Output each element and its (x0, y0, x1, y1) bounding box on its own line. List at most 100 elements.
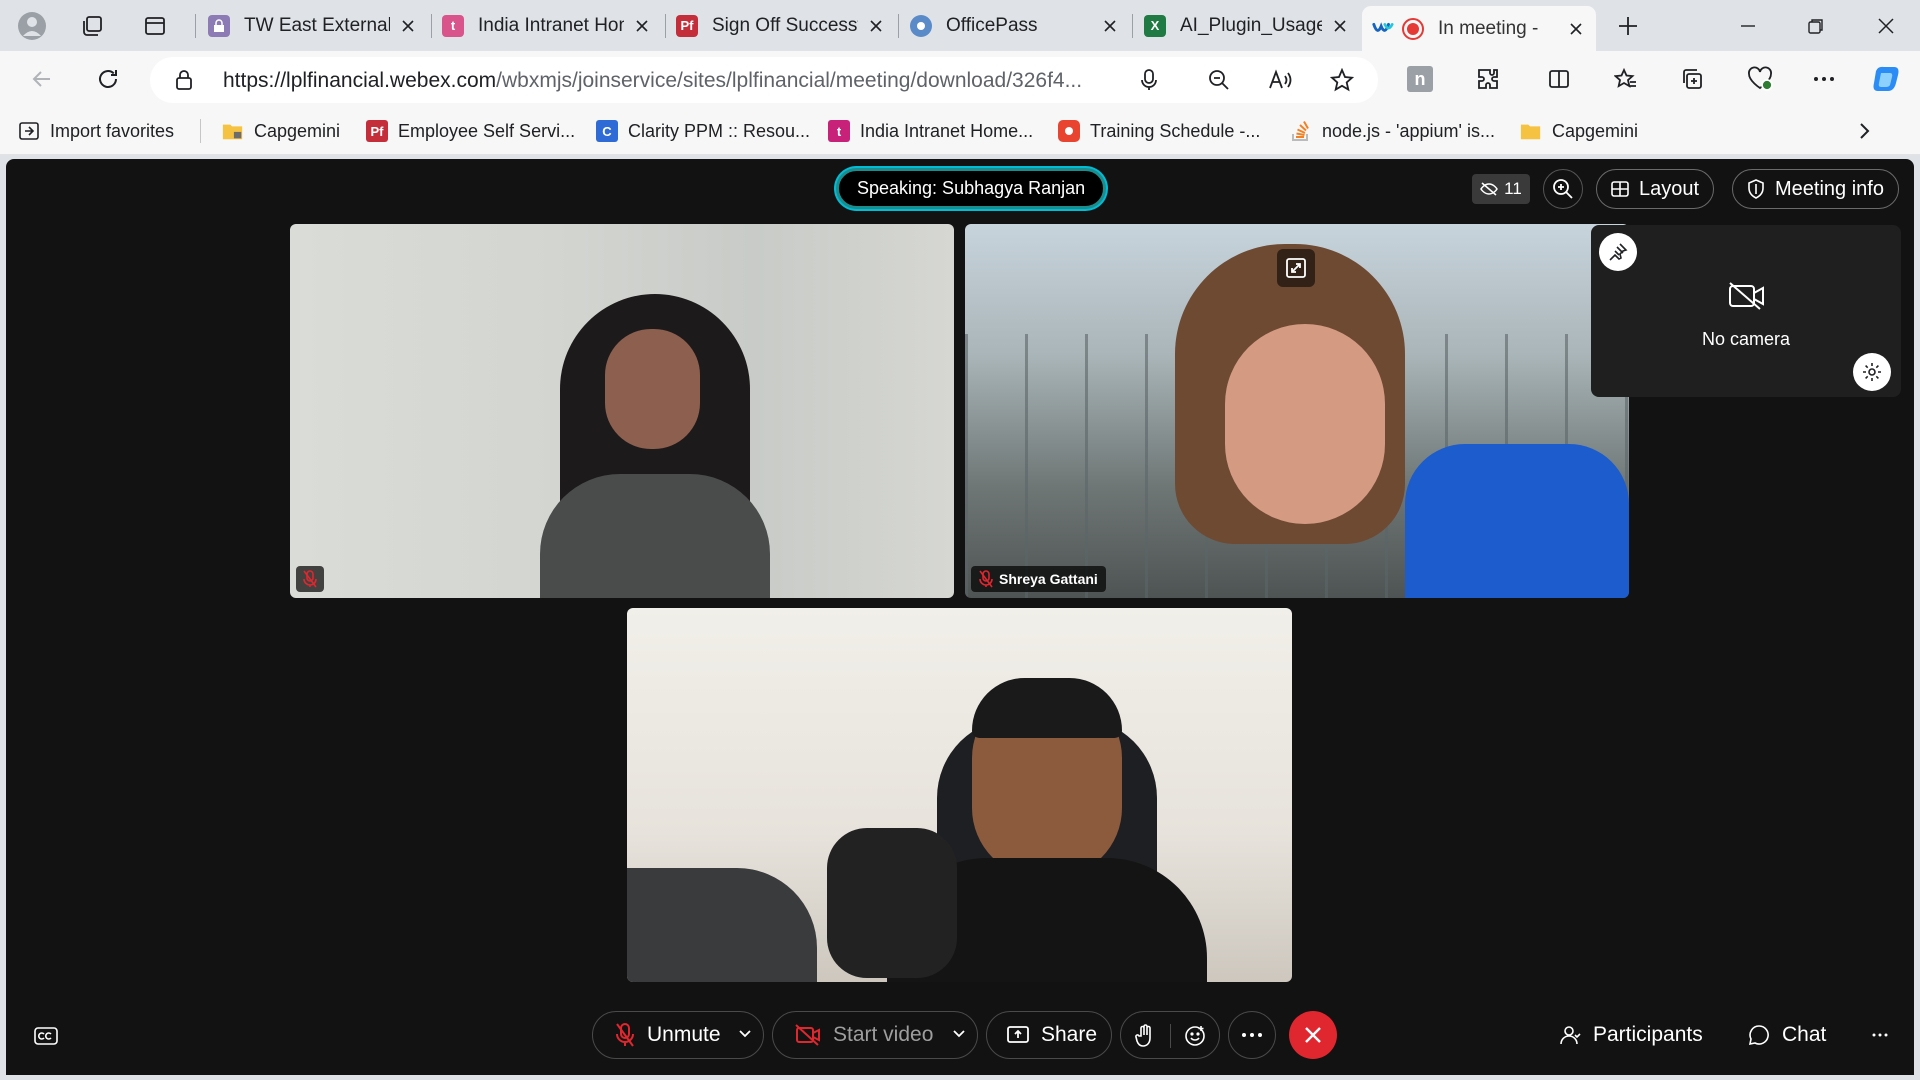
close-icon[interactable] (398, 16, 418, 36)
tab-officepass[interactable]: OfficePass (900, 6, 1130, 45)
chat-button[interactable]: Chat (1748, 1017, 1826, 1053)
stackoverflow-icon (1290, 120, 1312, 142)
favorite-capgemini[interactable]: Capgemini (222, 118, 340, 144)
new-tab-icon[interactable] (1610, 8, 1646, 44)
tab-title: AI_Plugin_Usage_ (1180, 14, 1322, 36)
favorite-capgemini-folder[interactable]: Capgemini (1520, 118, 1638, 144)
meeting-info-label: Meeting info (1775, 177, 1884, 200)
read-aloud-icon[interactable] (1268, 68, 1294, 92)
participant-video (627, 678, 1292, 982)
excel-icon: X (1144, 14, 1166, 37)
favorite-nodejs-appium[interactable]: node.js - 'appium' is... (1290, 118, 1495, 144)
favorite-india-intranet[interactable]: t India Intranet Home... (828, 118, 1033, 144)
lock-icon[interactable] (174, 69, 194, 91)
unmute-button[interactable]: Unmute (593, 1022, 721, 1048)
tab-actions-icon[interactable] (137, 8, 173, 44)
more-options-icon[interactable] (1806, 61, 1842, 97)
tab-in-meeting[interactable]: In meeting - (1362, 6, 1596, 51)
start-video-button-group: Start video (772, 1011, 978, 1059)
profile-avatar[interactable] (14, 8, 50, 44)
tab-india-intranet[interactable]: t India Intranet Hom (432, 6, 662, 45)
gear-icon (1863, 363, 1881, 381)
meeting-info-button[interactable]: Meeting info (1732, 169, 1899, 209)
favorites-overflow-chevron-icon[interactable] (1856, 118, 1872, 144)
eye-off-icon (1480, 182, 1499, 196)
pf-icon: Pf (676, 14, 698, 37)
expand-icon (1286, 258, 1306, 278)
favorite-clarity-ppm[interactable]: C Clarity PPM :: Resou... (596, 118, 810, 144)
audio-options-chevron-icon[interactable] (737, 1026, 753, 1042)
expand-tile-button[interactable] (1277, 249, 1315, 287)
mic-off-icon (616, 1023, 634, 1047)
favorite-label: node.js - 'appium' is... (1322, 120, 1495, 141)
chat-label: Chat (1782, 1023, 1827, 1046)
start-video-button[interactable]: Start video (773, 1023, 933, 1047)
close-window-button[interactable] (1852, 0, 1920, 51)
video-tile-participant-3[interactable] (627, 608, 1292, 982)
reactions-button[interactable] (1183, 1024, 1207, 1048)
browser-essentials-icon[interactable] (1742, 61, 1778, 97)
restore-button[interactable] (1782, 0, 1850, 51)
favorite-import[interactable]: Import favorites (18, 118, 174, 144)
leave-meeting-button[interactable] (1289, 1011, 1337, 1059)
collections-icon[interactable] (1674, 61, 1710, 97)
tab-sign-off[interactable]: Pf Sign Off Successfu (666, 6, 896, 45)
close-icon[interactable] (866, 16, 886, 36)
raise-hand-button[interactable] (1135, 1024, 1155, 1048)
tab-ai-plugin-usage[interactable]: X AI_Plugin_Usage_ (1134, 6, 1360, 45)
zoom-out-icon[interactable] (1207, 68, 1231, 92)
training-icon (1058, 120, 1080, 142)
back-icon[interactable] (24, 61, 60, 97)
video-tile-participant-1[interactable] (290, 224, 954, 598)
video-tile-shreya-gattani[interactable]: Shreya Gattani (965, 224, 1629, 598)
pin-button[interactable] (1599, 233, 1637, 271)
share-button[interactable]: Share (986, 1011, 1112, 1059)
extension-n-icon[interactable]: n (1402, 61, 1438, 97)
layout-label: Layout (1639, 177, 1700, 200)
close-icon[interactable] (1330, 16, 1350, 36)
share-screen-icon (1007, 1026, 1029, 1043)
webex-icon (1372, 18, 1394, 40)
close-icon[interactable] (1100, 16, 1120, 36)
officepass-icon (910, 14, 932, 37)
folder-icon (1520, 120, 1542, 142)
mic-off-icon (979, 570, 993, 588)
closed-captions-button[interactable] (26, 1016, 66, 1056)
more-panels-button[interactable] (1872, 1017, 1888, 1053)
layout-button[interactable]: Layout (1596, 169, 1715, 209)
split-screen-icon[interactable] (1541, 61, 1577, 97)
tab-title: In meeting - (1438, 17, 1539, 39)
chat-icon (1748, 1025, 1769, 1046)
url-path: /wbxmjs/joinservice/sites/lplfinancial/m… (496, 69, 1083, 92)
video-options-chevron-icon[interactable] (951, 1026, 967, 1042)
favorite-employee-self-service[interactable]: Pf Employee Self Servi... (366, 118, 575, 144)
refresh-icon[interactable] (90, 61, 126, 97)
hidden-participants-badge[interactable]: 11 (1472, 174, 1530, 204)
participants-button[interactable]: Participants (1559, 1017, 1703, 1053)
close-icon[interactable] (632, 16, 652, 36)
favorites-icon[interactable] (1608, 61, 1644, 97)
self-view-tile[interactable]: No camera (1591, 225, 1901, 397)
pf-icon: Pf (366, 120, 388, 142)
more-controls-button[interactable] (1228, 1011, 1276, 1059)
tab-tw-east-external[interactable]: TW East External (198, 6, 428, 45)
microphone-icon[interactable] (1140, 68, 1158, 92)
share-label: Share (1041, 1023, 1098, 1046)
pin-icon (1609, 243, 1628, 261)
extensions-icon[interactable] (1470, 61, 1506, 97)
tab-title: OfficePass (946, 14, 1038, 36)
favorite-star-icon[interactable] (1330, 68, 1354, 92)
favorite-label: Capgemini (254, 120, 341, 141)
address-bar[interactable]: https://lplfinancial.webex.com/wbxmjs/jo… (150, 57, 1378, 103)
zoom-view-button[interactable] (1543, 169, 1583, 209)
import-icon (18, 120, 40, 142)
unmute-label: Unmute (647, 1023, 721, 1046)
mic-off-icon (303, 570, 317, 588)
close-icon[interactable] (1566, 19, 1586, 39)
self-view-settings-button[interactable] (1853, 353, 1891, 391)
favorite-training-schedule[interactable]: Training Schedule -... (1058, 118, 1260, 144)
workspaces-icon[interactable] (74, 8, 110, 44)
minimize-button[interactable] (1714, 0, 1782, 51)
url-text[interactable]: https://lplfinancial.webex.com/wbxmjs/jo… (223, 69, 1082, 93)
copilot-icon[interactable] (1868, 61, 1904, 97)
